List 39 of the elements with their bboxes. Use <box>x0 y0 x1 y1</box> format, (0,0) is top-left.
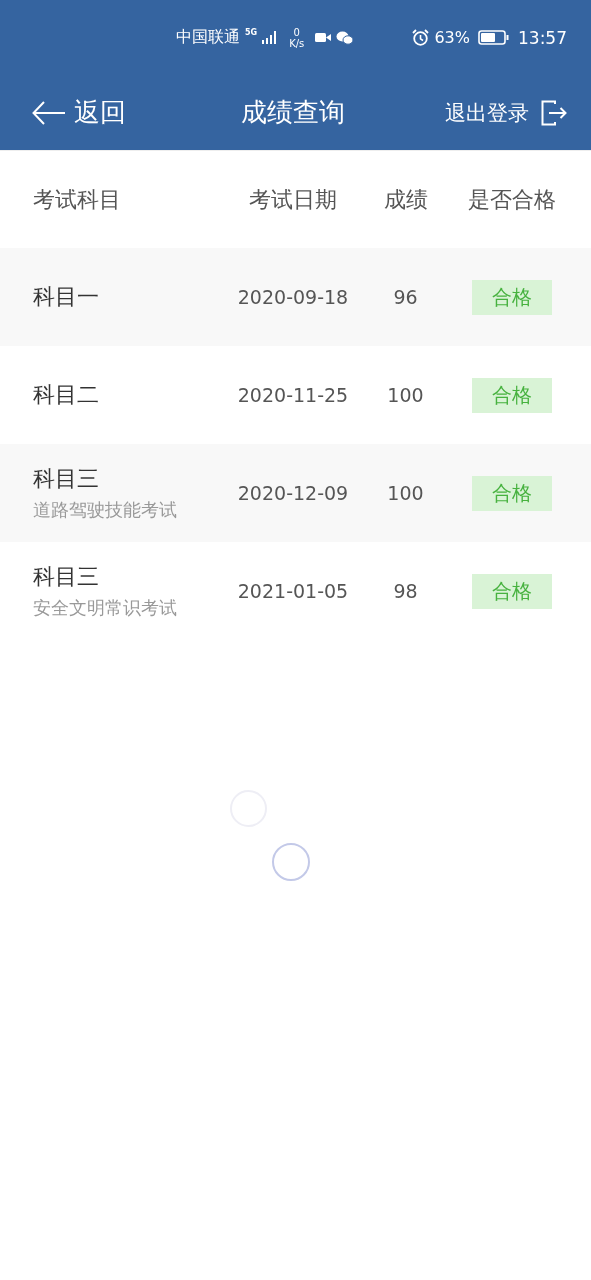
battery-percent: 63% <box>434 28 470 47</box>
page-title: 成绩查询 <box>240 96 345 129</box>
network-type: 5G <box>245 28 258 37</box>
column-header: 考试日期 <box>248 185 338 214</box>
speed-value: 0 <box>293 26 300 38</box>
exam-score: 96 <box>392 286 419 308</box>
subject-name: 科目二 <box>33 381 100 409</box>
exam-date: 2021-01-05 <box>236 580 350 602</box>
logout-icon <box>541 99 567 126</box>
column-header: 考试科目 <box>33 185 122 214</box>
battery-icon <box>478 30 509 45</box>
subject-name: 科目三 <box>33 465 100 493</box>
result-tag: 合格 <box>472 279 552 315</box>
result-tag: 合格 <box>472 377 552 413</box>
logout-button[interactable]: 退出登录 <box>445 98 567 127</box>
exam-score: 100 <box>386 482 425 504</box>
exam-score: 98 <box>392 580 419 602</box>
subject-subtitle: 道路驾驶技能考试 <box>33 498 178 522</box>
exam-date: 2020-11-25 <box>236 384 350 406</box>
subject-name: 科目三 <box>33 563 100 591</box>
column-header: 是否合格 <box>467 185 557 214</box>
video-camera-icon <box>315 32 332 43</box>
column-header: 成绩 <box>382 185 429 214</box>
chat-bubbles-icon <box>336 30 354 45</box>
back-button[interactable]: 返回 <box>32 95 126 130</box>
carrier-name: 中国联通 <box>176 27 240 48</box>
speed-unit: K/s <box>289 37 305 49</box>
subject-name: 科目一 <box>33 283 100 311</box>
subject-subtitle: 安全文明常识考试 <box>33 596 178 620</box>
signal-icon <box>262 31 279 44</box>
exam-date: 2020-12-09 <box>236 482 350 504</box>
back-arrow-icon <box>32 99 66 126</box>
clock-time: 13:57 <box>518 27 567 48</box>
result-tag: 合格 <box>472 475 552 511</box>
alarm-clock-icon <box>412 29 430 46</box>
exam-score: 100 <box>386 384 425 406</box>
loading-ring <box>272 843 310 881</box>
exam-date: 2020-09-18 <box>236 286 350 308</box>
result-tag: 合格 <box>472 573 552 609</box>
